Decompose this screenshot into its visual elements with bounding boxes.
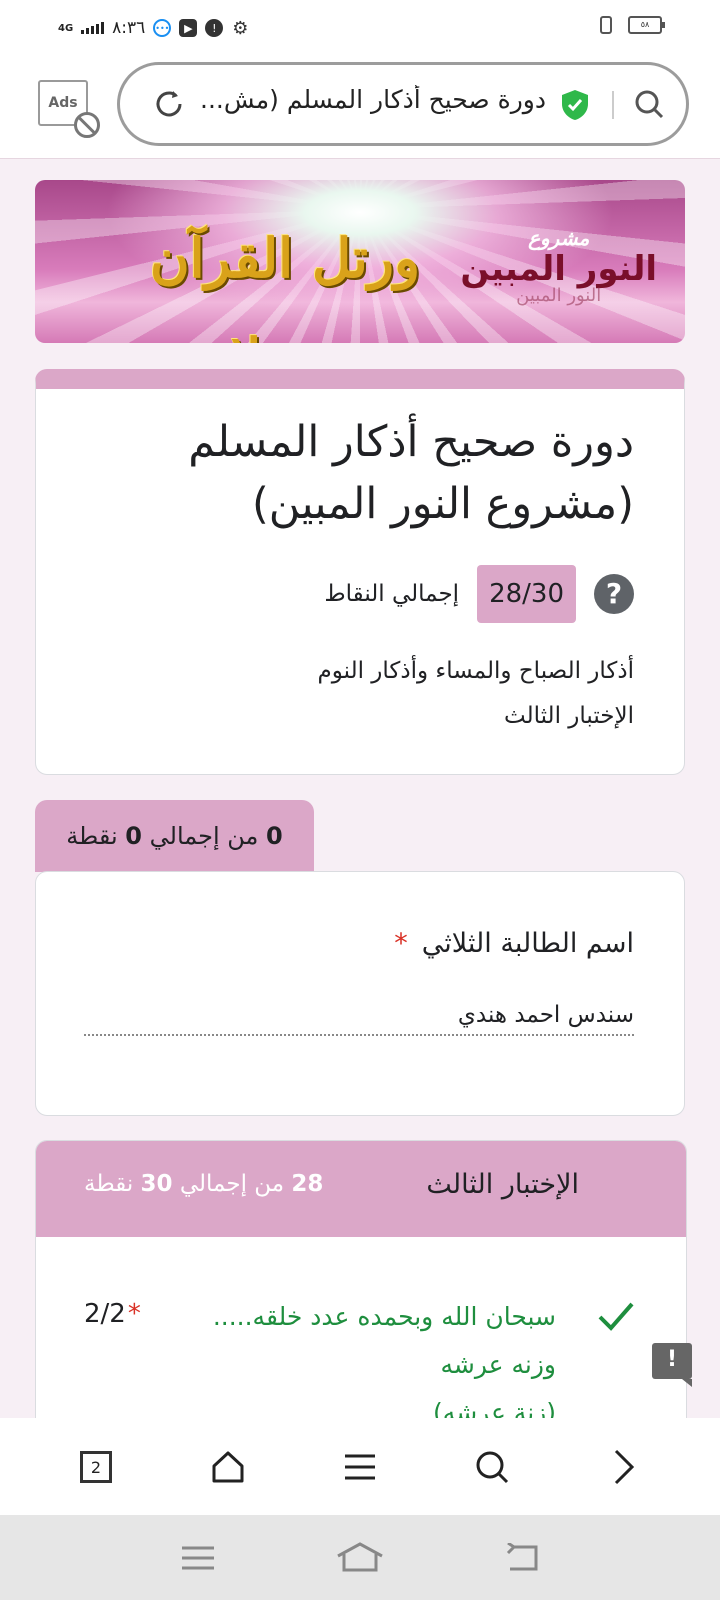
clock: ٨:٣٦	[112, 18, 146, 38]
search-icon	[476, 1451, 509, 1483]
search-button[interactable]	[462, 1437, 522, 1497]
address-divider	[612, 91, 614, 119]
section-header: الإختبار الثالث 28 من إجمالي 30 نقطة	[36, 1141, 686, 1237]
correct-check-icon	[598, 1302, 634, 1331]
status-right: ٥٨	[600, 16, 665, 34]
secure-shield-icon	[562, 90, 588, 120]
chevron-right-icon	[614, 1449, 635, 1484]
section1-points-total: 0	[125, 822, 142, 850]
tabs-button[interactable]: 2	[66, 1437, 126, 1497]
total-score-row: إجمالي النقاط 28/30 ?	[324, 564, 634, 624]
quiz-question-text: سبحان الله وبحمده عدد خلقه..... وزنه عرش…	[156, 1293, 556, 1437]
section1-points-earned: 0	[266, 822, 283, 850]
required-asterisk: *	[394, 928, 408, 959]
section1-points-mid: من إجمالي	[149, 822, 259, 850]
network-type: 4G	[58, 22, 74, 34]
answer-text: سندس احمد هندي	[84, 1002, 634, 1036]
forward-button[interactable]	[594, 1437, 654, 1497]
description-line-2: الإختبار الثالث	[504, 703, 634, 729]
banner-project-logo: مشروع النور المبين النور المبين	[460, 226, 657, 306]
youtube-icon: ▶	[179, 19, 198, 37]
system-home-icon[interactable]	[336, 1541, 384, 1574]
recent-apps-icon[interactable]	[180, 1544, 216, 1572]
banner-project-name: النور المبين	[460, 249, 657, 289]
banner-calligraphy: ورتل القرآن ترتيلا	[149, 226, 421, 343]
quiz-question-line-2: وزنه عرشه	[440, 1350, 556, 1379]
tab-count: 2	[80, 1450, 112, 1483]
browser-bottom-nav: 2	[0, 1418, 720, 1515]
section2-points-earned: 28	[291, 1171, 324, 1197]
block-icon	[74, 112, 100, 138]
vibrate-icon	[600, 16, 612, 34]
status-left: 4G ٨:٣٦ ••• ▶ ! ⚙	[58, 16, 249, 40]
help-icon[interactable]: ?	[594, 574, 634, 614]
section-points: 28 من إجمالي 30 نقطة	[84, 1171, 323, 1197]
browser-toolbar: Ads دورة صحيح أذكار المسلم (مش...	[0, 56, 720, 159]
section-title: الإختبار الثالث	[426, 1169, 579, 1200]
quiz-question-line-1: سبحان الله وبحمده عدد خلقه.....	[212, 1302, 556, 1331]
form-header-card: دورة صحيح أذكار المسلم (مشروع النور المب…	[35, 369, 685, 775]
messenger-icon: •••	[153, 19, 172, 37]
total-score-label: إجمالي النقاط	[324, 581, 460, 607]
banner-project-small: مشروع	[528, 226, 590, 250]
menu-button[interactable]	[330, 1437, 390, 1497]
question-title: اسم الطالبة الثلاثي *	[394, 928, 634, 959]
system-navigation-bar	[0, 1515, 720, 1600]
question-score: 2/2*	[84, 1299, 141, 1329]
form-description: أذكار الصباح والمساء وأذكار النوم الإختب…	[114, 649, 635, 739]
back-icon[interactable]	[504, 1542, 540, 1573]
form-title: دورة صحيح أذكار المسلم (مشروع النور المب…	[188, 417, 634, 529]
section2-points-mid: من إجمالي	[179, 1171, 285, 1197]
address-bar[interactable]: دورة صحيح أذكار المسلم (مش...	[117, 62, 689, 146]
total-score-badge: 28/30	[477, 565, 576, 623]
description-line-1: أذكار الصباح والمساء وأذكار النوم	[317, 658, 635, 684]
form-banner-image: ورتل القرآن ترتيلا مشروع النور المبين ال…	[35, 180, 685, 343]
status-bar: 4G ٨:٣٦ ••• ▶ ! ⚙ ٥٨	[0, 0, 720, 56]
feedback-icon[interactable]: !	[652, 1343, 692, 1387]
home-button[interactable]	[198, 1437, 258, 1497]
signal-icon	[81, 22, 105, 34]
banner-project-reflection: النور المبين	[516, 285, 602, 306]
search-icon[interactable]	[634, 89, 664, 119]
name-question-card: اسم الطالبة الثلاثي * سندس احمد هندي	[35, 871, 685, 1116]
required-asterisk: *	[127, 1299, 141, 1329]
battery-icon: ٥٨	[628, 16, 665, 34]
menu-icon	[345, 1454, 375, 1479]
alert-icon: !	[205, 19, 224, 37]
ads-label: Ads	[48, 95, 78, 111]
section1-points-unit: نقطة	[66, 822, 118, 850]
url-text[interactable]: دورة صحيح أذكار المسلم (مش...	[176, 85, 546, 125]
section-score-chip: 0 من إجمالي 0 نقطة	[35, 800, 314, 872]
section2-points-total: 30	[140, 1171, 173, 1197]
ad-block-button[interactable]: Ads	[38, 80, 100, 138]
section2-points-unit: نقطة	[84, 1171, 134, 1197]
question-score-value: 2/2	[84, 1299, 126, 1329]
home-icon	[212, 1451, 244, 1482]
question-text: اسم الطالبة الثلاثي	[421, 928, 634, 959]
settings-icon: ⚙	[232, 17, 249, 39]
